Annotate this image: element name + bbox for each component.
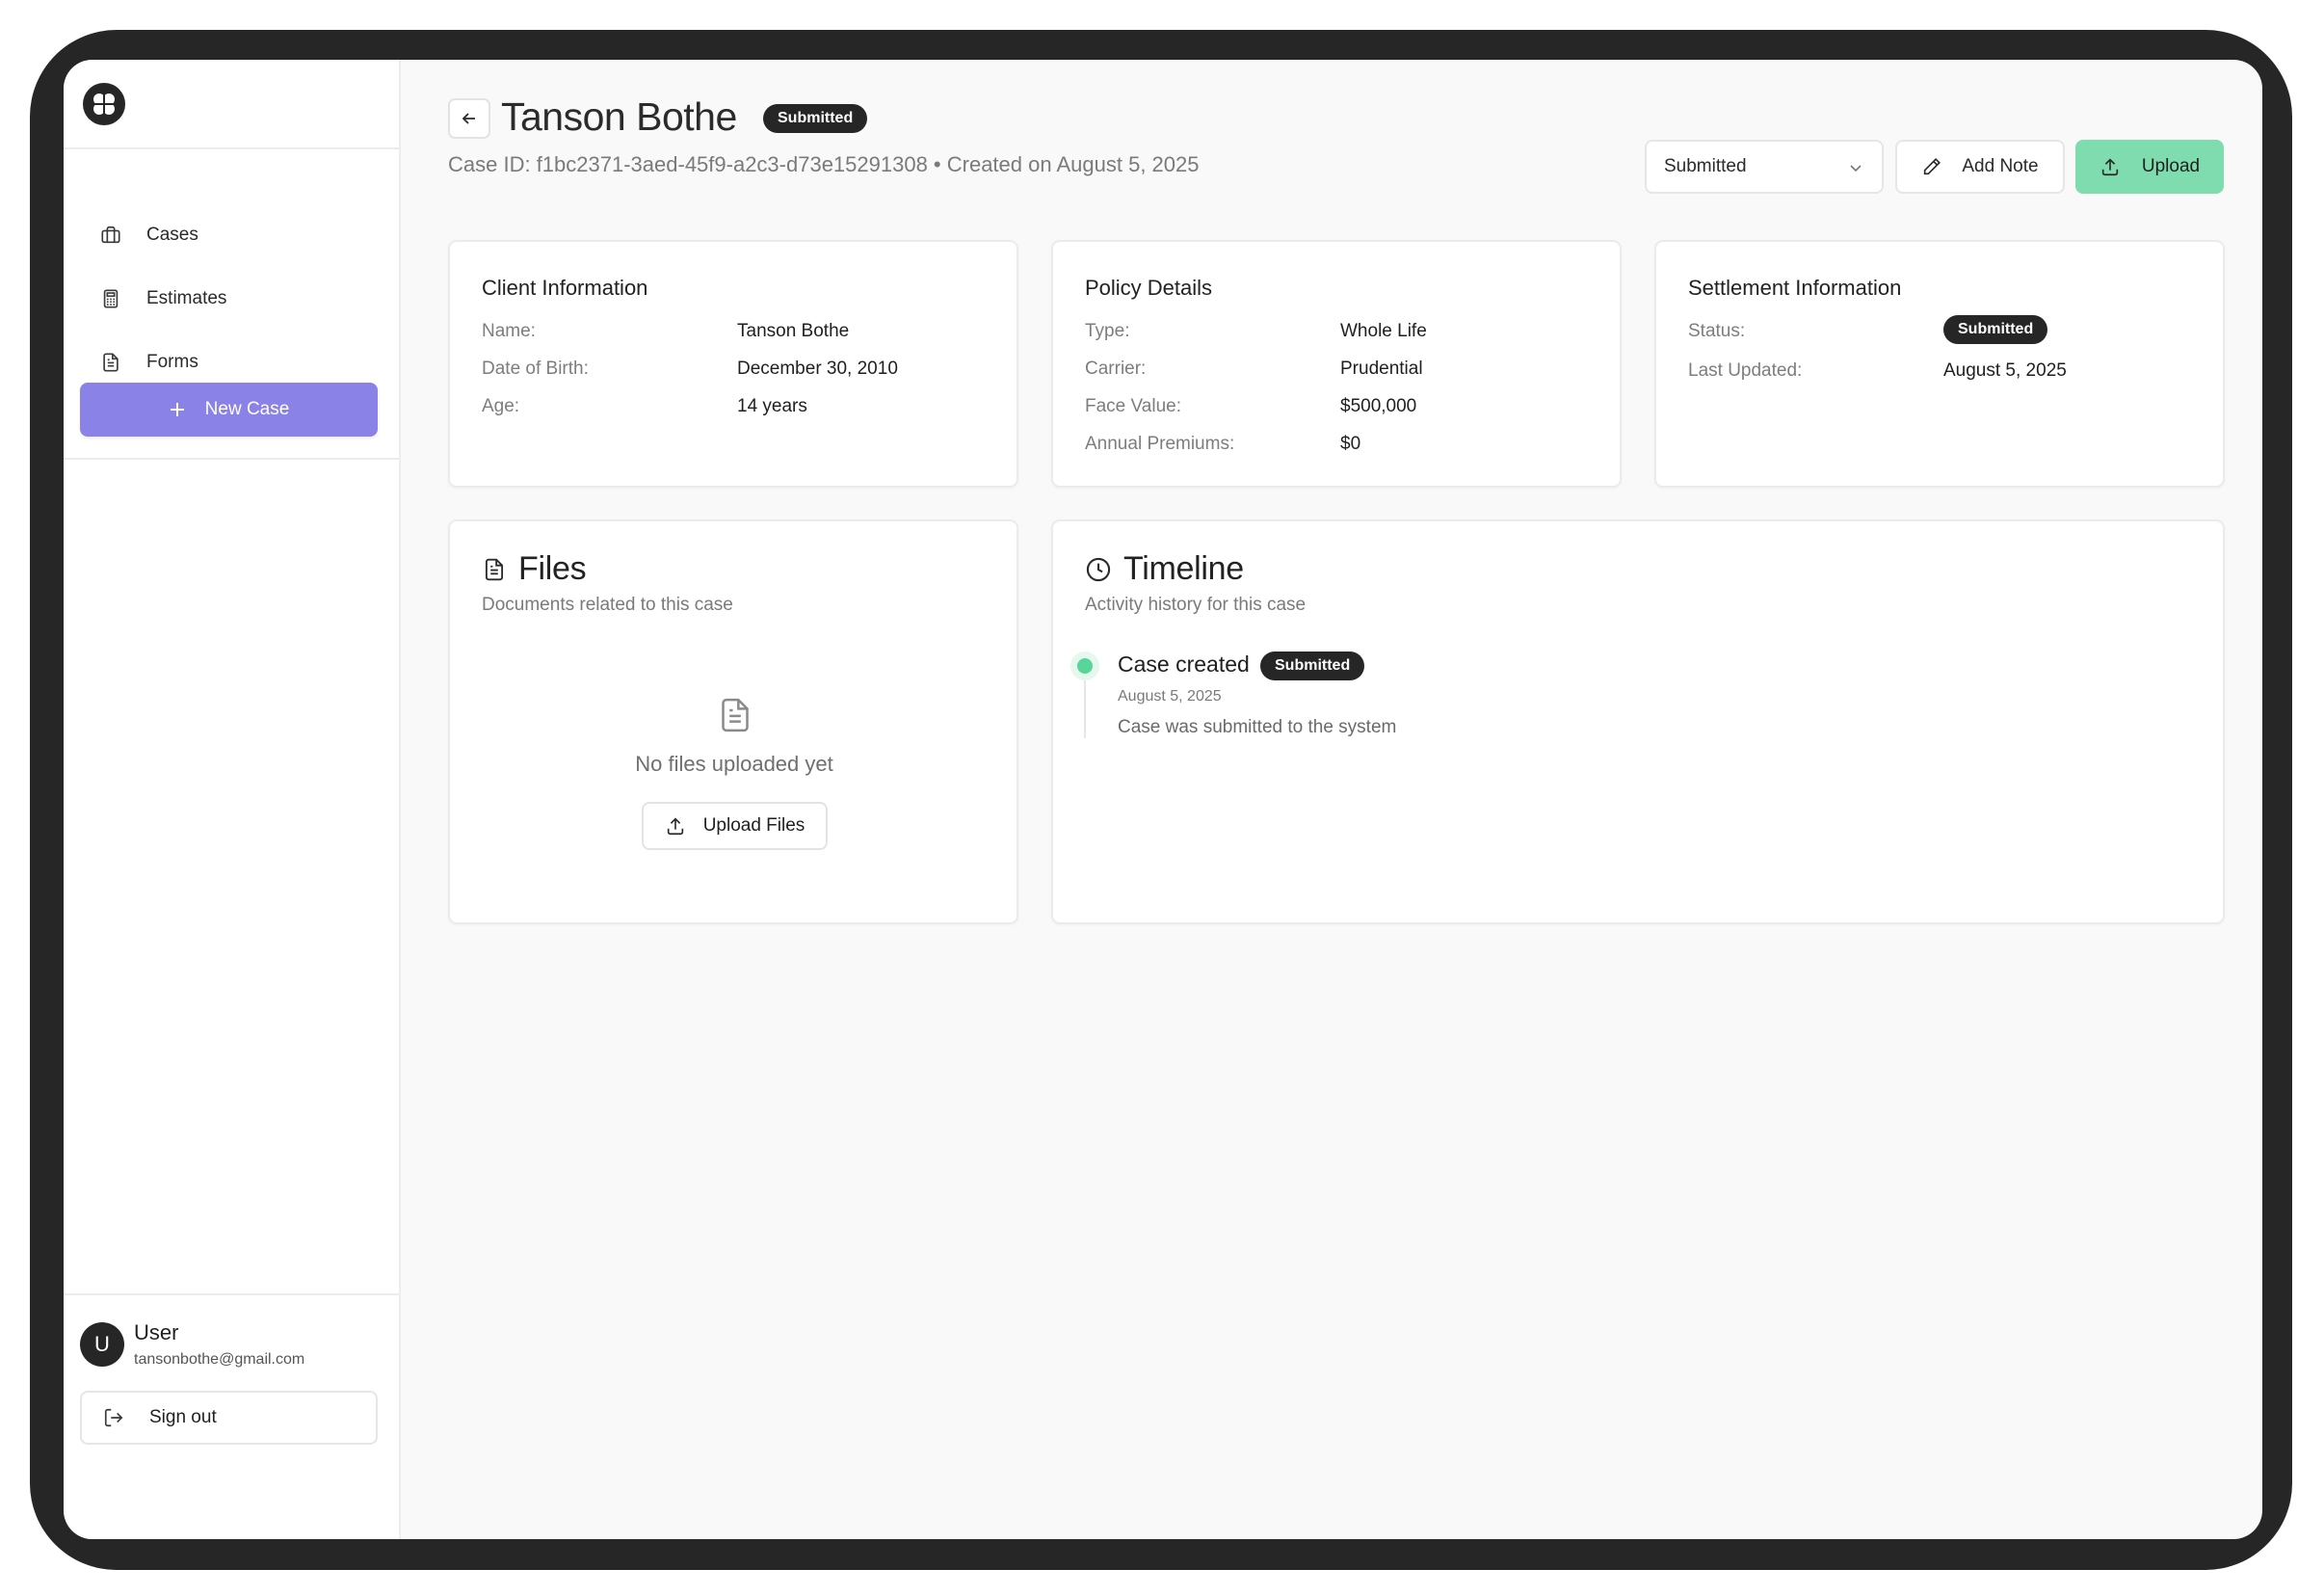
user-profile: U User tansonbothe@gmail.com bbox=[80, 1318, 388, 1376]
age-label: Age: bbox=[482, 396, 520, 416]
name-label: Name: bbox=[482, 321, 536, 341]
status-select[interactable]: Submitted bbox=[1645, 140, 1884, 194]
add-note-label: Add Note bbox=[1962, 156, 2039, 176]
sidebar-item-estimates[interactable]: Estimates bbox=[81, 274, 380, 324]
sidebar-item-cases[interactable]: Cases bbox=[81, 210, 380, 260]
sign-out-button[interactable]: Sign out bbox=[80, 1391, 378, 1445]
plus-icon bbox=[170, 403, 184, 416]
carrier-label: Carrier: bbox=[1085, 359, 1147, 379]
upload-icon bbox=[667, 817, 683, 836]
sidebar-item-label: Forms bbox=[146, 352, 198, 372]
face-value-label: Face Value: bbox=[1085, 396, 1181, 416]
new-case-label: New Case bbox=[204, 399, 290, 419]
app-screen: Cases Estimates Forms New Case U User ta… bbox=[64, 60, 2262, 1539]
arrow-left-icon bbox=[462, 113, 475, 124]
upload-label: Upload bbox=[2141, 156, 2201, 176]
section-subtitle: Activity history for this case bbox=[1085, 595, 1307, 615]
add-note-button[interactable]: Add Note bbox=[1895, 140, 2065, 194]
device-frame: Cases Estimates Forms New Case U User ta… bbox=[30, 30, 2292, 1570]
status-badge: Submitted bbox=[1943, 315, 2048, 344]
new-case-button[interactable]: New Case bbox=[80, 383, 378, 437]
annual-premiums-value: $0 bbox=[1340, 434, 1361, 454]
sidebar-item-forms[interactable]: Forms bbox=[81, 337, 380, 387]
timeline-connector bbox=[1084, 680, 1086, 738]
back-button[interactable] bbox=[448, 98, 490, 139]
client-info-card: Client Information Name: Tanson Bothe Da… bbox=[448, 240, 1018, 488]
page-title: Tanson Bothe bbox=[501, 94, 737, 139]
card-title: Client Information bbox=[482, 276, 648, 300]
case-id-line: Case ID: f1bc2371-3aed-45f9-a2c3-d73e152… bbox=[448, 152, 1200, 176]
age-value: 14 years bbox=[737, 396, 807, 416]
dob-value: December 30, 2010 bbox=[737, 359, 898, 379]
status-select-value: Submitted bbox=[1664, 156, 1747, 176]
sidebar: Cases Estimates Forms New Case U User ta… bbox=[64, 60, 401, 1539]
policy-details-card: Policy Details Type: Whole Life Carrier:… bbox=[1051, 240, 1622, 488]
sidebar-divider bbox=[64, 147, 399, 149]
document-icon bbox=[103, 353, 119, 372]
upload-files-label: Upload Files bbox=[702, 815, 805, 836]
sign-out-label: Sign out bbox=[149, 1407, 217, 1427]
timeline-dot bbox=[1077, 658, 1093, 674]
timeline-card: Timeline Activity history for this case … bbox=[1051, 519, 2225, 924]
annual-premiums-label: Annual Premiums: bbox=[1085, 434, 1235, 454]
name-value: Tanson Bothe bbox=[737, 321, 850, 341]
section-title: Timeline bbox=[1123, 550, 1244, 587]
sidebar-divider bbox=[64, 458, 399, 460]
section-title: Files bbox=[518, 550, 587, 587]
card-title: Settlement Information bbox=[1688, 276, 1902, 300]
sidebar-divider bbox=[64, 1293, 399, 1295]
empty-state-text: No files uploaded yet bbox=[635, 752, 833, 776]
event-date: August 5, 2025 bbox=[1118, 688, 1222, 705]
log-out-icon bbox=[104, 1408, 123, 1427]
type-value: Whole Life bbox=[1340, 321, 1427, 341]
face-value-value: $500,000 bbox=[1340, 396, 1417, 416]
carrier-value: Prudential bbox=[1340, 359, 1423, 379]
upload-files-button[interactable]: Upload Files bbox=[642, 802, 828, 850]
event-title: Case created bbox=[1118, 652, 1250, 677]
user-name: User bbox=[134, 1320, 179, 1344]
user-email: tansonbothe@gmail.com bbox=[134, 1351, 305, 1368]
card-title: Policy Details bbox=[1085, 276, 1213, 300]
calculator-icon bbox=[103, 289, 119, 308]
avatar[interactable]: U bbox=[80, 1322, 124, 1367]
files-card: Files Documents related to this case No … bbox=[448, 519, 1018, 924]
upload-icon bbox=[2101, 158, 2119, 176]
clover-logo-icon[interactable] bbox=[83, 83, 125, 125]
status-label: Status: bbox=[1688, 321, 1746, 341]
briefcase-icon bbox=[101, 226, 120, 244]
files-header: Files bbox=[482, 550, 587, 588]
status-badge: Submitted bbox=[1260, 652, 1365, 680]
sidebar-item-label: Estimates bbox=[146, 288, 227, 308]
settlement-info-card: Settlement Information Status: Submitted… bbox=[1654, 240, 2225, 488]
last-updated-value: August 5, 2025 bbox=[1943, 360, 2067, 381]
empty-file-icon bbox=[722, 698, 749, 732]
status-badge: Submitted bbox=[763, 104, 868, 133]
upload-button[interactable]: Upload bbox=[2075, 140, 2224, 194]
dob-label: Date of Birth: bbox=[482, 359, 589, 379]
event-description: Case was submitted to the system bbox=[1118, 717, 1397, 737]
section-subtitle: Documents related to this case bbox=[482, 595, 733, 615]
last-updated-label: Last Updated: bbox=[1688, 360, 1803, 381]
timeline-header: Timeline bbox=[1085, 550, 1244, 588]
file-text-icon bbox=[485, 558, 504, 580]
type-label: Type: bbox=[1085, 321, 1130, 341]
sidebar-item-label: Cases bbox=[146, 225, 198, 245]
pencil-icon bbox=[1924, 158, 1941, 175]
chevron-down-icon bbox=[1850, 165, 1862, 173]
clock-icon bbox=[1086, 557, 1111, 581]
